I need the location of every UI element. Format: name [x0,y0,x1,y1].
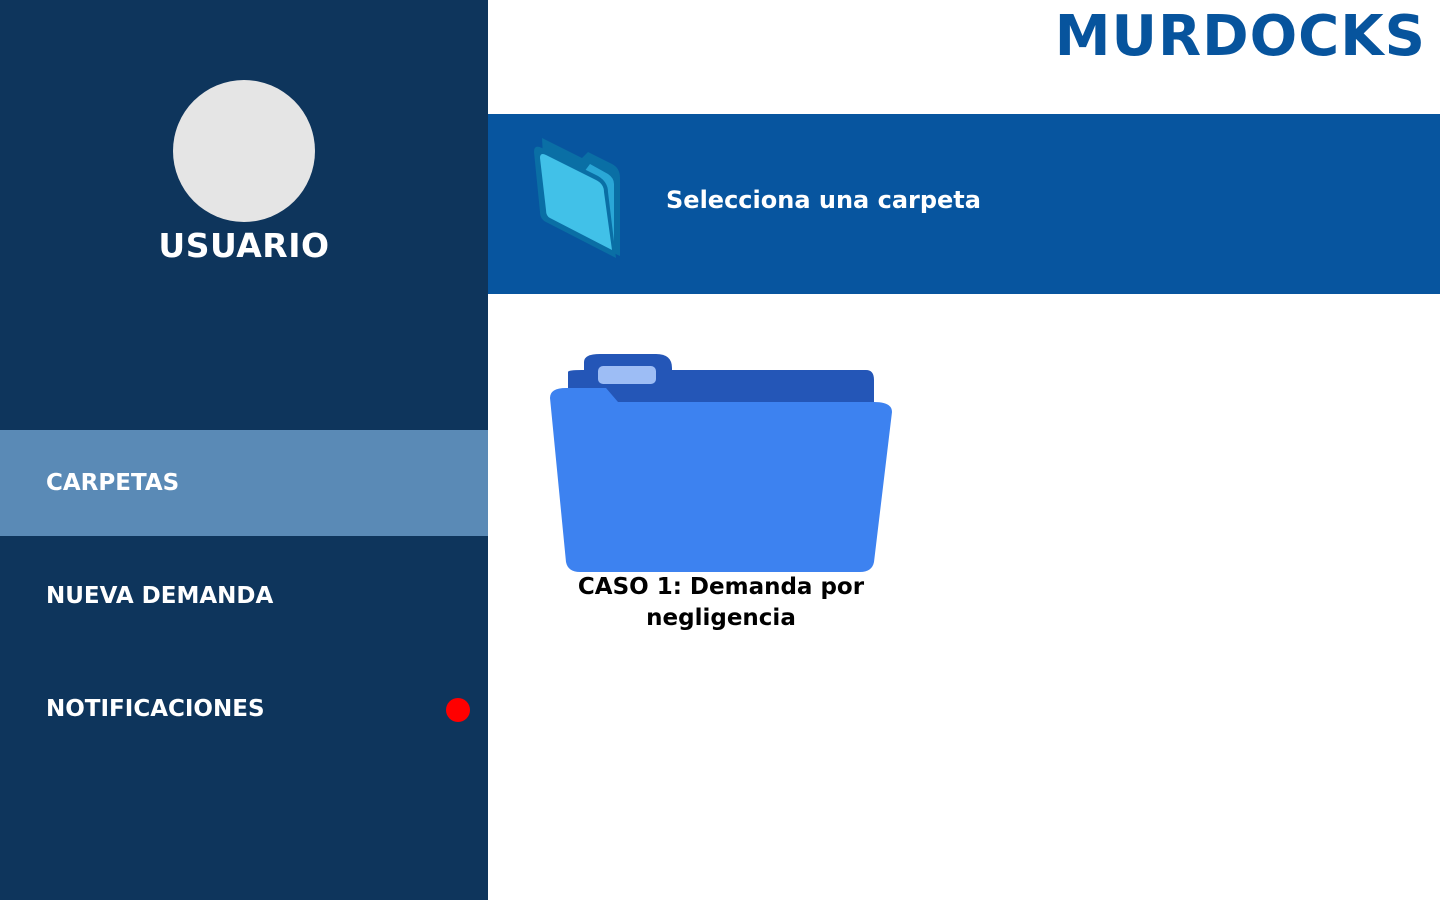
sidebar-item-notificaciones[interactable]: NOTIFICACIONES [0,656,488,762]
banner-title: Selecciona una carpeta [666,186,981,214]
sidebar-item-label: NUEVA DEMANDA [46,583,274,609]
folder-icon [550,354,892,572]
sidebar-item-nueva-demanda[interactable]: NUEVA DEMANDA [0,543,488,649]
sidebar: USUARIO CARPETAS NUEVA DEMANDA NOTIFICAC… [0,0,488,900]
sidebar-item-label: CARPETAS [46,470,180,496]
user-avatar[interactable] [173,80,315,222]
brand-logo: MURDOCKS [1054,4,1426,69]
sidebar-item-carpetas[interactable]: CARPETAS [0,430,488,536]
sidebar-item-label: NOTIFICACIONES [46,696,265,722]
banner: Selecciona una carpeta [488,114,1440,294]
folder-item[interactable]: CASO 1: Demanda por negligencia [548,350,894,634]
folder-label: CASO 1: Demanda por negligencia [577,574,865,631]
notification-badge [446,698,470,722]
open-folder-icon [534,138,620,258]
user-name: USUARIO [158,226,330,265]
